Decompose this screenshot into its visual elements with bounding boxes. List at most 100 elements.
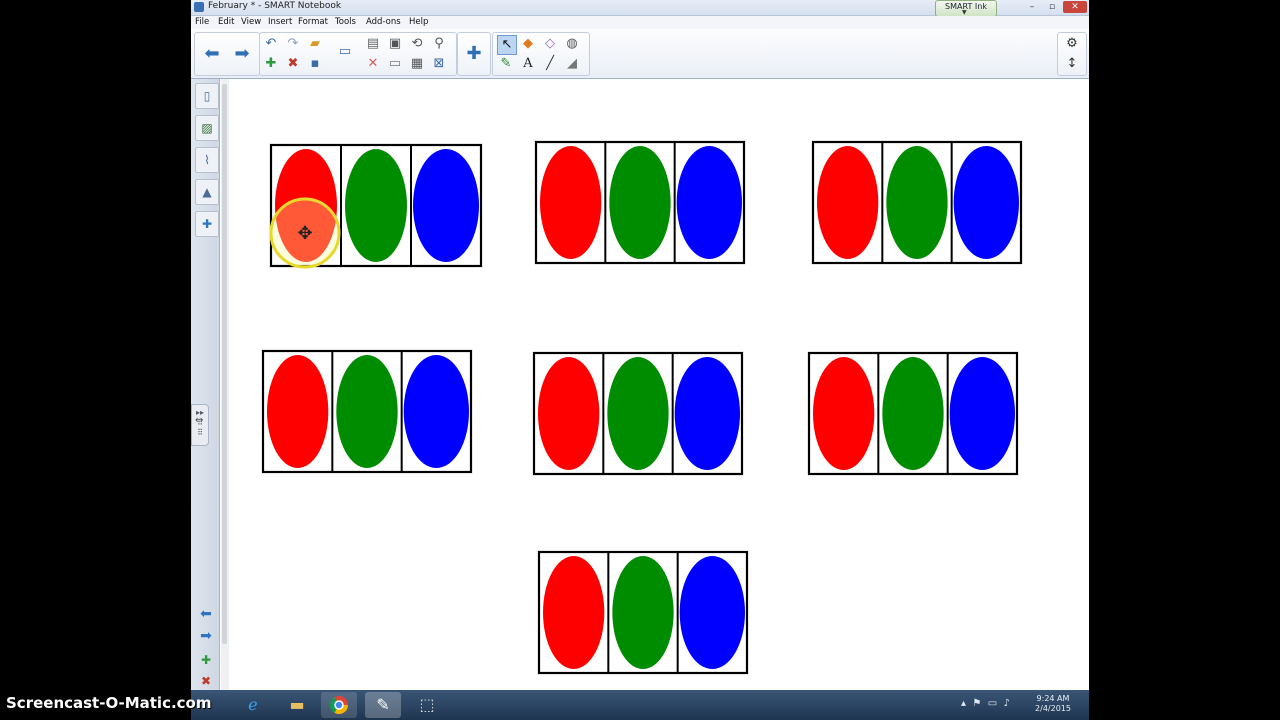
- red-blob[interactable]: [817, 146, 879, 259]
- paste-icon[interactable]: ▤: [364, 35, 382, 53]
- table-icon[interactable]: ▦: [408, 55, 426, 73]
- pattern-frame[interactable]: [534, 140, 746, 265]
- maximize-button[interactable]: ▫: [1043, 1, 1061, 13]
- page-sorter-icon[interactable]: ▯: [195, 83, 219, 109]
- blue-blob[interactable]: [674, 357, 740, 470]
- window-title: February * - SMART Notebook: [208, 1, 342, 11]
- toolbar-more-icon[interactable]: ▭: [386, 55, 404, 73]
- app-icon: [194, 2, 204, 12]
- windows-taskbar: ℯ ▬ ✎ ⬚ ▴ ⚑ ▭ ♪ 9:24 AM 2/4/2015: [191, 690, 1089, 720]
- undo-icon[interactable]: ↶: [262, 35, 280, 53]
- eraser2-icon[interactable]: ◢: [563, 55, 581, 73]
- magnifier-icon[interactable]: ⚲: [430, 35, 448, 53]
- gallery-icon[interactable]: ▨: [195, 115, 219, 141]
- red-blob[interactable]: [813, 357, 875, 470]
- green-blob[interactable]: [607, 357, 669, 470]
- shapes-icon[interactable]: ◆: [519, 35, 537, 53]
- save-icon[interactable]: ▪: [306, 55, 324, 73]
- green-blob[interactable]: [336, 355, 398, 468]
- resize-panel-icon[interactable]: ↔: [195, 415, 203, 426]
- screen-shade-icon[interactable]: ▭: [336, 43, 354, 61]
- addons-group: ✚: [457, 32, 491, 76]
- green-blob[interactable]: [609, 146, 671, 259]
- side-tabs-panel: ▯ ▨ ⌇ ▲ ✚ ▸▸ ⠿ ⠿ ↔ ⬅ ➡ ✚ ✖: [191, 79, 220, 690]
- green-blob[interactable]: [345, 149, 407, 262]
- redo-icon[interactable]: ↷: [284, 35, 302, 53]
- puzzle-icon[interactable]: ✚: [461, 39, 487, 69]
- menu-view[interactable]: View: [241, 17, 261, 27]
- back-icon[interactable]: ⬅: [199, 39, 225, 69]
- clock[interactable]: 9:24 AM 2/4/2015: [1031, 694, 1075, 714]
- close-button[interactable]: ✕: [1063, 1, 1087, 13]
- blue-blob[interactable]: [676, 146, 742, 259]
- notebook-page-canvas[interactable]: ✥: [231, 79, 1089, 690]
- delete-page-icon[interactable]: ✖: [284, 55, 302, 73]
- red-blob[interactable]: [538, 357, 600, 470]
- menu-format[interactable]: Format: [298, 17, 328, 27]
- smart-notebook-task-icon[interactable]: ✎: [365, 692, 401, 718]
- pens-icon[interactable]: ✎: [497, 55, 515, 73]
- move-cursor-icon: ✥: [297, 223, 312, 244]
- menu-help[interactable]: Help: [409, 17, 428, 27]
- select-icon[interactable]: ↖: [497, 35, 517, 55]
- file-explorer-icon[interactable]: ▬: [279, 692, 315, 718]
- screen-capture-icon[interactable]: ⬚: [409, 692, 445, 718]
- close-icon[interactable]: ⊠: [430, 55, 448, 73]
- add-page-icon[interactable]: ✚: [262, 55, 280, 73]
- line-icon[interactable]: ╱: [541, 55, 559, 73]
- page-tools-group: ↶ ↷ ▰ ▭ ▤ ▣ ⟲ ⚲ ✚ ✖ ▪ ✕ ▭ ▦ ⊠: [259, 32, 457, 76]
- delete-icon[interactable]: ✕: [364, 55, 382, 73]
- minimize-button[interactable]: –: [1023, 1, 1041, 13]
- fill-icon[interactable]: ◍: [563, 35, 581, 53]
- system-tray[interactable]: ▴ ⚑ ▭ ♪: [961, 698, 1010, 709]
- clock-time: 9:24 AM: [1036, 694, 1070, 703]
- menu-insert[interactable]: Insert: [268, 17, 292, 27]
- delete-page-icon[interactable]: ✖: [195, 672, 217, 690]
- internet-explorer-icon[interactable]: ℯ: [235, 692, 271, 718]
- forward-icon[interactable]: ➡: [229, 39, 255, 69]
- blue-blob[interactable]: [403, 355, 469, 468]
- blue-blob[interactable]: [413, 149, 479, 262]
- menu-tools[interactable]: Tools: [335, 17, 356, 27]
- menu-bar: File Edit View Insert Format Tools Add-o…: [191, 16, 1089, 29]
- menu-edit[interactable]: Edit: [218, 17, 234, 27]
- chrome-icon[interactable]: [321, 692, 357, 718]
- title-bar: February * - SMART Notebook SMART Ink ▼ …: [191, 0, 1089, 17]
- properties-icon[interactable]: ▲: [195, 179, 219, 205]
- add-page-icon[interactable]: ✚: [195, 651, 217, 669]
- green-blob[interactable]: [886, 146, 948, 259]
- pattern-frame[interactable]: [537, 550, 749, 675]
- smart-notebook-window: February * - SMART Notebook SMART Ink ▼ …: [191, 0, 1089, 720]
- addons-icon[interactable]: ✚: [195, 211, 219, 237]
- blue-blob[interactable]: [679, 556, 745, 669]
- blue-blob[interactable]: [949, 357, 1015, 470]
- next-page-icon[interactable]: ➡: [195, 627, 217, 645]
- attachments-icon[interactable]: ⌇: [195, 147, 219, 173]
- smart-ink-button[interactable]: SMART Ink ▼: [935, 0, 997, 17]
- menu-addons[interactable]: Add-ons: [366, 17, 401, 27]
- scrollbar-thumb[interactable]: [222, 84, 227, 644]
- red-blob[interactable]: [543, 556, 605, 669]
- eraser-icon[interactable]: ◇: [541, 35, 559, 53]
- green-blob[interactable]: [612, 556, 674, 669]
- move-toolbar-icon[interactable]: ↕: [1063, 55, 1081, 73]
- rotate-icon[interactable]: ⟲: [408, 35, 426, 53]
- open-icon[interactable]: ▰: [306, 35, 324, 53]
- pattern-frame[interactable]: [261, 349, 473, 474]
- insert-picture-icon[interactable]: ▣: [386, 35, 404, 53]
- green-blob[interactable]: [882, 357, 944, 470]
- menu-file[interactable]: File: [195, 17, 209, 27]
- pattern-frame[interactable]: [811, 140, 1023, 265]
- clock-date: 2/4/2015: [1035, 704, 1071, 713]
- text-icon[interactable]: A: [519, 55, 537, 73]
- settings-icon[interactable]: ⚙: [1063, 35, 1081, 53]
- red-blob[interactable]: [267, 355, 329, 468]
- pattern-frame[interactable]: [532, 351, 744, 476]
- toolbar-settings-group: ⚙ ↕: [1057, 32, 1087, 76]
- pattern-drawings[interactable]: ✥: [231, 79, 1089, 690]
- drawing-tools-group: ↖ ◆ ◇ ◍ ✎ A ╱ ◢: [492, 32, 590, 76]
- blue-blob[interactable]: [953, 146, 1019, 259]
- pattern-frame[interactable]: [807, 351, 1019, 476]
- red-blob[interactable]: [540, 146, 602, 259]
- previous-page-icon[interactable]: ⬅: [195, 605, 217, 623]
